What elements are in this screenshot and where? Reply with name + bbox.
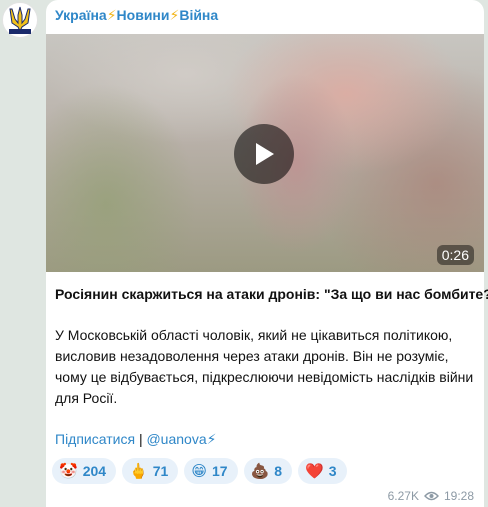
heart-icon: ❤️	[305, 462, 324, 480]
reaction-count: 204	[82, 463, 107, 479]
channel-name-part3: Війна	[179, 7, 219, 23]
post-body: У Московській області чоловік, який не ц…	[55, 327, 474, 406]
poop-icon: 💩	[250, 462, 270, 480]
reactions-bar: 🤡 204 🖕 71 😁 17 💩 8 ❤️ 3	[52, 458, 347, 484]
channel-handle-link[interactable]: @uanova⚡	[146, 431, 216, 447]
link-divider: |	[138, 431, 143, 447]
message-bubble: Україна⚡Новини⚡Війна 0:26 Росіянин скарж…	[46, 0, 488, 507]
trident-logo-icon	[9, 6, 31, 34]
eye-icon	[424, 491, 439, 501]
lightning-icon: ⚡	[106, 7, 117, 23]
message-time: 19:28	[443, 489, 474, 503]
reaction-middle-finger[interactable]: 🖕 71	[122, 458, 179, 484]
message-meta: 6.27K 19:28	[388, 489, 474, 503]
reaction-heart[interactable]: ❤️ 3	[298, 458, 347, 484]
reaction-count: 8	[274, 463, 283, 479]
play-icon	[256, 143, 274, 165]
clown-icon: 🤡	[59, 462, 78, 480]
reaction-count: 3	[328, 463, 337, 479]
lightning-icon: ⚡	[169, 7, 180, 23]
play-button[interactable]	[234, 124, 294, 184]
reaction-grin[interactable]: 😁 17	[184, 458, 238, 484]
subscribe-link[interactable]: Підписатися	[55, 431, 135, 447]
view-count: 6.27K	[387, 489, 419, 503]
reaction-count: 17	[211, 463, 228, 479]
channel-name[interactable]: Україна⚡Новини⚡Війна	[55, 7, 218, 23]
post-title: Росіянин скаржиться на атаки дронів: "За…	[55, 286, 488, 302]
channel-name-part2: Новини	[116, 7, 170, 23]
reaction-count: 71	[152, 463, 169, 479]
video-player[interactable]: 0:26	[46, 34, 484, 272]
video-duration: 0:26	[436, 245, 474, 265]
reaction-poop[interactable]: 💩 8	[243, 458, 293, 484]
post-links: Підписатися | @uanova⚡	[55, 431, 216, 448]
reaction-clown[interactable]: 🤡 204	[52, 458, 117, 484]
grin-icon: 😁	[191, 462, 207, 480]
channel-name-part1: Україна	[55, 7, 107, 23]
middle-finger-icon: 🖕	[129, 462, 148, 480]
channel-avatar[interactable]	[2, 2, 38, 38]
